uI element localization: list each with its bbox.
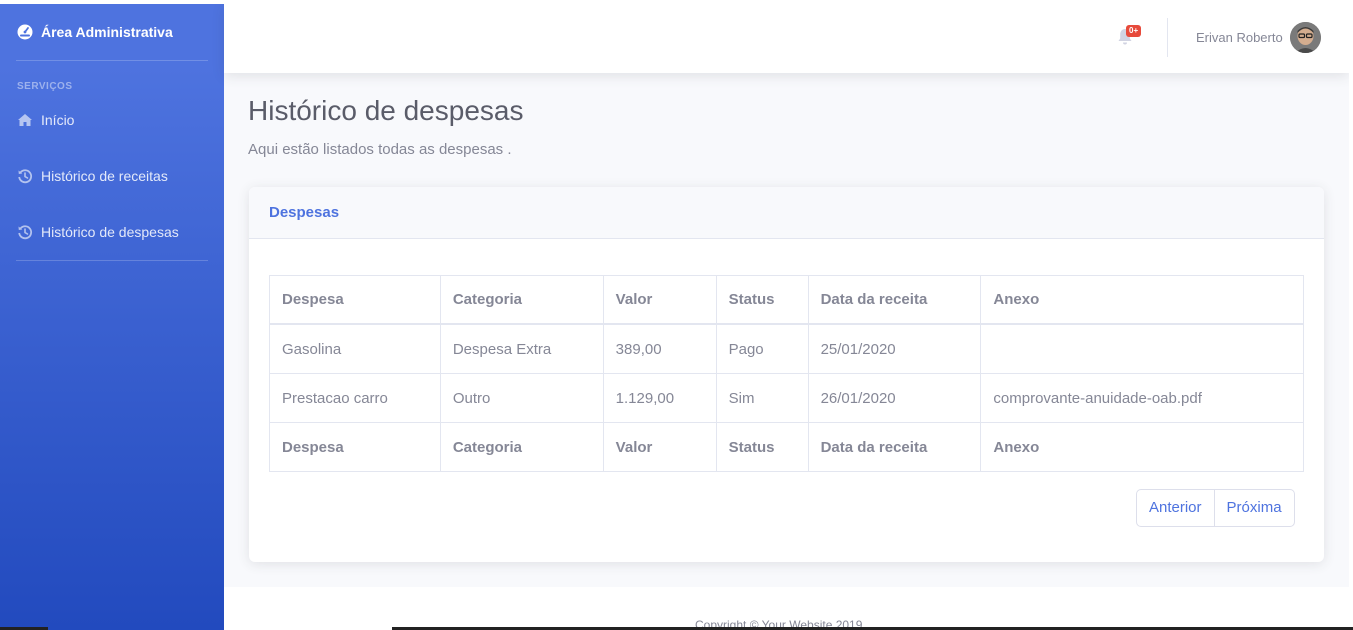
cell-status: Sim [715,373,809,423]
column-footer-despesa: Despesa [269,422,441,472]
footer: Copyright © Your Website 2019 [224,587,1349,630]
window-right-edge [1349,0,1353,630]
cell-categoria: Outro [439,373,604,423]
sidebar-item-historico-despesas[interactable]: Histórico de despesas [17,224,179,240]
column-footer-anexo: Anexo [980,422,1304,472]
next-page-button[interactable]: Próxima [1213,490,1294,526]
pagination: Anterior Próxima [1136,489,1295,527]
table-header: Despesa Categoria Valor Status Data da r… [269,275,1304,325]
cell-despesa: Gasolina [269,323,441,374]
column-header-categoria[interactable]: Categoria [439,275,604,325]
cell-categoria: Despesa Extra [439,323,604,374]
table-row: Gasolina Despesa Extra 389,00 Pago 25/01… [269,323,1304,374]
sidebar-item-label: Início [41,112,75,128]
column-footer-status: Status [715,422,809,472]
table-footer: Despesa Categoria Valor Status Data da r… [269,422,1304,472]
brand-label: Área Administrativa [41,24,173,40]
sidebar-item-historico-receitas[interactable]: Histórico de receitas [17,168,168,184]
cell-valor: 389,00 [602,323,717,374]
sidebar-item-inicio[interactable]: Início [17,112,74,128]
history-icon [18,225,33,240]
cell-data: 25/01/2020 [807,323,982,374]
column-footer-valor: Valor [602,422,717,472]
topbar: 0+ Erivan Roberto [224,4,1349,73]
dashboard-gauge-icon [17,24,33,40]
topbar-divider [1167,18,1168,57]
expenses-table: Despesa Categoria Valor Status Data da r… [269,275,1304,472]
column-header-status[interactable]: Status [715,275,809,325]
cell-anexo-link[interactable]: comprovante-anuidade-oab.pdf [980,373,1304,423]
table-row: Prestacao carro Outro 1.129,00 Sim 26/01… [269,373,1304,423]
app-window: Área Administrativa SERVIÇOS Início Hist… [0,0,1353,630]
avatar[interactable] [1290,22,1321,53]
history-icon [18,169,33,184]
page-subtitle: Aqui estão listados todas as despesas . [248,141,512,158]
card-title: Despesas [269,204,340,221]
window-top-edge [0,0,1353,4]
column-header-anexo[interactable]: Anexo [980,275,1304,325]
sidebar-divider [16,60,208,61]
page-title: Histórico de despesas [248,95,524,126]
notification-badge: 0+ [1126,25,1142,37]
cell-anexo [980,323,1304,374]
column-header-valor[interactable]: Valor [602,275,717,325]
sidebar-heading: SERVIÇOS [17,81,73,92]
sidebar-item-label: Histórico de receitas [41,168,168,184]
expenses-card: Despesas Despesa Categoria Valor Status … [249,187,1324,562]
sidebar-divider [16,260,208,261]
cell-valor: 1.129,00 [602,373,717,423]
cell-data: 26/01/2020 [807,373,982,423]
sidebar: Área Administrativa SERVIÇOS Início Hist… [0,4,224,630]
sidebar-item-label: Histórico de despesas [41,224,179,240]
column-header-despesa[interactable]: Despesa [269,275,441,325]
user-name[interactable]: Erivan Roberto [1196,30,1283,45]
column-footer-data: Data da receita [807,422,982,472]
sidebar-brand[interactable]: Área Administrativa [17,24,173,40]
column-header-data[interactable]: Data da receita [807,275,982,325]
column-footer-categoria: Categoria [439,422,604,472]
previous-page-button[interactable]: Anterior [1137,490,1214,526]
cell-despesa: Prestacao carro [269,373,441,423]
card-header: Despesas [249,187,1324,239]
cell-status: Pago [715,323,809,374]
user-photo-icon [1290,22,1321,53]
home-icon [18,114,32,126]
